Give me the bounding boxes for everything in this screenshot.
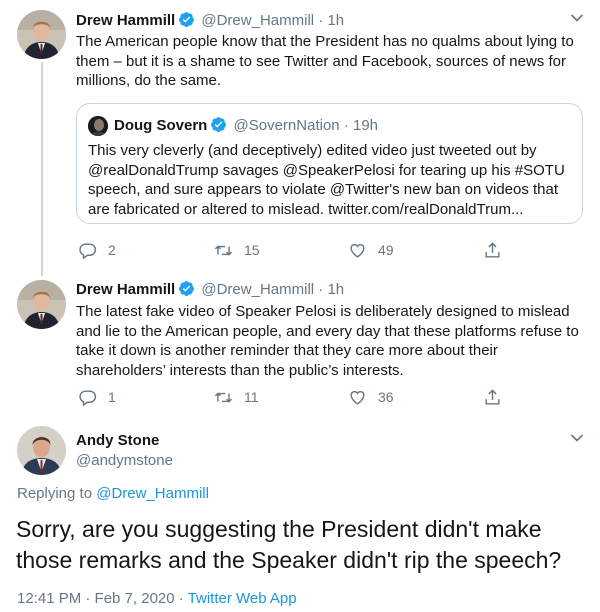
chevron-down-icon[interactable] bbox=[570, 13, 584, 23]
heart-icon bbox=[350, 243, 365, 258]
tweet-header: Drew Hammill @Drew_Hammill · 1h bbox=[76, 280, 344, 300]
thread-line bbox=[41, 62, 43, 276]
author-handle[interactable]: @Drew_Hammill bbox=[201, 281, 314, 298]
tweet-header: Drew Hammill @Drew_Hammill · 1h bbox=[76, 11, 344, 31]
tweet-text: The latest fake video of Speaker Pelosi … bbox=[76, 303, 579, 379]
retweet-button[interactable]: 15 bbox=[214, 240, 260, 260]
verified-badge-icon bbox=[210, 116, 227, 133]
replying-to-label: Replying to bbox=[17, 485, 93, 502]
like-count: 36 bbox=[378, 389, 394, 405]
main-tweet-text: Sorry, are you suggesting the President … bbox=[16, 516, 562, 573]
avatar[interactable] bbox=[17, 426, 66, 475]
quoted-author-handle: @SovernNation bbox=[233, 117, 340, 134]
tweet-actions: 2 15 49 bbox=[78, 240, 578, 260]
replying-to: Replying to @Drew_Hammill bbox=[17, 484, 209, 504]
retweet-icon bbox=[214, 391, 233, 403]
reply-count: 1 bbox=[108, 389, 116, 405]
like-button[interactable]: 49 bbox=[348, 240, 394, 260]
tweet-timestamp[interactable]: 12:41 PM · Feb 7, 2020 · bbox=[17, 590, 184, 607]
tweet-thread-page: Drew Hammill @Drew_Hammill · 1h The Amer… bbox=[0, 0, 600, 612]
share-button[interactable] bbox=[483, 387, 502, 407]
chevron-down-icon[interactable] bbox=[570, 433, 584, 443]
author-name[interactable]: Andy Stone bbox=[76, 431, 159, 451]
reply-icon bbox=[79, 242, 97, 259]
quoted-tweet-text: This very cleverly (and deceptively) edi… bbox=[88, 142, 565, 218]
reply-count: 2 bbox=[108, 242, 116, 258]
verified-badge-icon bbox=[178, 11, 195, 28]
quoted-tweet[interactable]: Doug Sovern @SovernNation · 19h This ver… bbox=[76, 103, 583, 224]
reply-button[interactable]: 2 bbox=[78, 240, 116, 260]
reply-button[interactable]: 1 bbox=[78, 387, 116, 407]
separator-dot: · bbox=[343, 117, 349, 134]
share-icon bbox=[485, 388, 500, 405]
like-button[interactable]: 36 bbox=[348, 387, 394, 407]
retweet-button[interactable]: 11 bbox=[214, 387, 259, 407]
share-button[interactable] bbox=[483, 240, 502, 260]
quoted-tweet-header: Doug Sovern @SovernNation · 19h bbox=[114, 116, 378, 136]
avatar[interactable] bbox=[17, 280, 66, 329]
avatar bbox=[88, 116, 108, 136]
tweet-time[interactable]: 1h bbox=[327, 281, 344, 298]
tweet-actions: 1 11 36 bbox=[78, 387, 578, 407]
retweet-count: 15 bbox=[244, 242, 260, 258]
tweet-time[interactable]: 1h bbox=[327, 12, 344, 29]
retweet-icon bbox=[214, 244, 233, 256]
author-name[interactable]: Drew Hammill bbox=[76, 281, 175, 298]
quoted-tweet-time: 19h bbox=[352, 117, 379, 134]
quoted-author-name: Doug Sovern bbox=[114, 117, 208, 134]
share-icon bbox=[485, 241, 500, 258]
replying-to-link[interactable]: @Drew_Hammill bbox=[96, 485, 209, 502]
tweet-source[interactable]: Twitter Web App bbox=[188, 590, 297, 607]
avatar[interactable] bbox=[17, 10, 66, 59]
separator-dot: · bbox=[318, 12, 324, 29]
tweet-text: The American people know that the Presid… bbox=[76, 33, 574, 89]
author-handle[interactable]: @Drew_Hammill bbox=[201, 12, 314, 29]
verified-badge-icon bbox=[178, 280, 195, 297]
like-count: 49 bbox=[378, 242, 394, 258]
author-handle[interactable]: @andymstone bbox=[76, 451, 173, 471]
reply-icon bbox=[79, 389, 97, 406]
author-name[interactable]: Drew Hammill bbox=[76, 12, 175, 29]
retweet-count: 11 bbox=[244, 389, 259, 405]
heart-icon bbox=[350, 390, 365, 405]
separator-dot: · bbox=[318, 281, 324, 298]
tweet-meta: 12:41 PM · Feb 7, 2020 · Twitter Web App bbox=[17, 589, 297, 609]
